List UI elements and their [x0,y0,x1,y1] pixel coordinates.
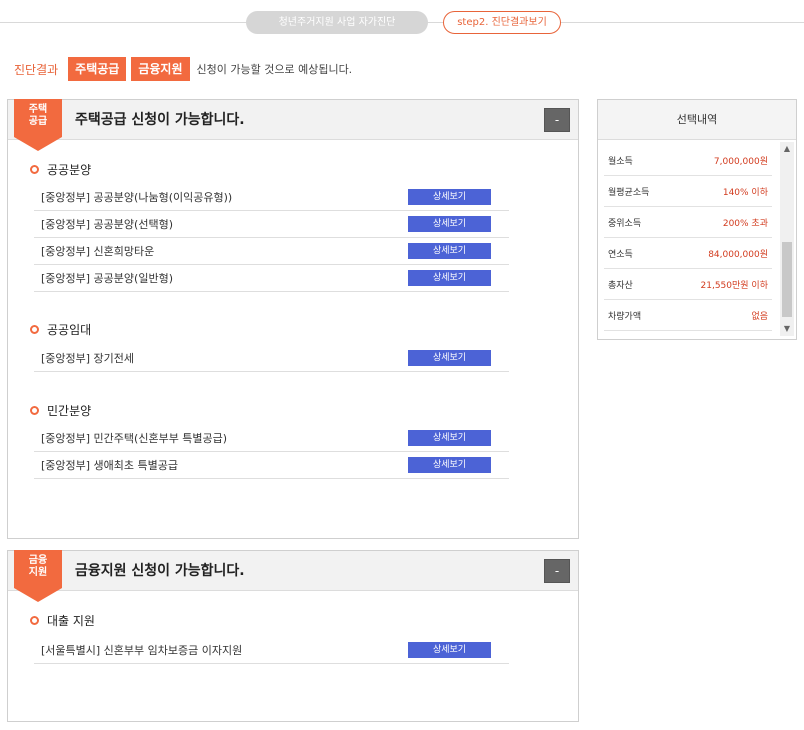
housing-panel-header: 주택 공급 주택공급 신청이 가능합니다. - [8,99,578,151]
summary-key: 월소득 [608,156,633,167]
item-name: [서울특별시] 신혼부부 임차보증금 이자지원 [41,644,243,657]
section-loan-support: 대출 지원 [30,612,95,629]
finance-panel-header: 금융 지원 금융지원 신청이 가능합니다. - [8,550,578,602]
summary-key: 총자산 [608,280,633,291]
summary-value: 21,550만원 이하 [700,280,768,291]
list-item: [중앙정부] 공공분양(선택형) 상세보기 [34,211,509,238]
section-public-sale: 공공분양 [30,161,91,178]
item-name: [중앙정부] 공공분양(선택형) [41,218,173,231]
detail-button[interactable]: 상세보기 [408,243,491,259]
summary-value: 없음 [751,311,768,322]
summary-scrollbar[interactable]: ▲ ▼ [780,142,794,336]
summary-row: 월소득 7,000,000원 [604,145,772,176]
step-1-pill[interactable]: 청년주거지원 사업 자가진단 [246,11,428,34]
list-item: [중앙정부] 장기전세 상세보기 [34,345,509,372]
summary-row: 차량가액 없음 [604,300,772,331]
finance-panel-title: 금융지원 신청이 가능합니다. [75,563,245,579]
step-bar: 청년주거지원 사업 자가진단 step2. 진단결과보기 [0,0,804,46]
summary-value: 7,000,000원 [713,156,768,167]
housing-collapse-button[interactable]: - [544,108,570,132]
diagnosis-result: 진단결과 주택공급 금융지원 신청이 가능할 것으로 예상됩니다. [14,56,352,82]
finance-panel: 금융 지원 금융지원 신청이 가능합니다. - 대출 지원 [서울특별시] 신혼… [7,550,579,722]
summary-key: 중위소득 [608,218,642,229]
section-title: 공공임대 [47,323,92,337]
list-item: [중앙정부] 공공분양(일반형) 상세보기 [34,265,509,292]
section-public-rental: 공공임대 [30,321,91,338]
detail-button[interactable]: 상세보기 [408,457,491,473]
housing-panel: 주택 공급 주택공급 신청이 가능합니다. - 공공분양 [중앙정부] 공공분양… [7,99,579,539]
summary-row: 총자산 21,550만원 이하 [604,269,772,300]
result-message: 신청이 가능할 것으로 예상됩니다. [196,63,353,76]
housing-ribbon-text: 주택 공급 [28,104,48,127]
selection-summary-panel: 선택내역 월소득 7,000,000원 월평균소득 140% 이하 중위소득 2… [597,99,797,340]
summary-key: 월평균소득 [608,187,650,198]
bullet-icon [30,165,39,174]
badge-finance: 금융지원 [131,57,190,81]
detail-button[interactable]: 상세보기 [408,216,491,232]
scroll-thumb[interactable] [782,242,792,317]
selection-summary-title: 선택내역 [598,100,796,140]
list-item: [중앙정부] 신혼희망타운 상세보기 [34,238,509,265]
detail-button[interactable]: 상세보기 [408,270,491,286]
housing-panel-title: 주택공급 신청이 가능합니다. [75,112,245,128]
section-title: 민간분양 [47,404,92,418]
item-name: [중앙정부] 신혼희망타운 [41,245,155,258]
detail-button[interactable]: 상세보기 [408,642,491,658]
detail-button[interactable]: 상세보기 [408,189,491,205]
item-name: [중앙정부] 공공분양(일반형) [41,272,173,285]
detail-button[interactable]: 상세보기 [408,350,491,366]
selection-list: 월소득 7,000,000원 월평균소득 140% 이하 중위소득 200% 초… [604,145,772,331]
summary-row: 월평균소득 140% 이하 [604,176,772,207]
summary-value: 84,000,000원 [708,249,768,260]
summary-key: 연소득 [608,249,633,260]
item-name: [중앙정부] 생애최초 특별공급 [41,459,179,472]
list-item: [중앙정부] 생애최초 특별공급 상세보기 [34,452,509,479]
bullet-icon [30,616,39,625]
item-name: [중앙정부] 민간주택(신혼부부 특별공급) [41,432,228,445]
housing-ribbon: 주택 공급 [14,99,62,151]
item-name: [중앙정부] 공공분양(나눔형(이익공유형)) [41,191,233,204]
scroll-down-icon[interactable]: ▼ [780,322,794,336]
scroll-up-icon[interactable]: ▲ [780,142,794,156]
list-item: [중앙정부] 공공분양(나눔형(이익공유형)) 상세보기 [34,184,509,211]
summary-value: 200% 초과 [722,218,768,229]
step-2-pill[interactable]: step2. 진단결과보기 [443,11,561,34]
bullet-icon [30,406,39,415]
summary-key: 차량가액 [608,311,642,322]
list-item: [서울특별시] 신혼부부 임차보증금 이자지원 상세보기 [34,637,509,664]
list-item: [중앙정부] 민간주택(신혼부부 특별공급) 상세보기 [34,425,509,452]
summary-row: 연소득 84,000,000원 [604,238,772,269]
section-private-sale: 민간분양 [30,402,91,419]
section-title: 공공분양 [47,163,92,177]
section-title: 대출 지원 [47,614,95,628]
bullet-icon [30,325,39,334]
detail-button[interactable]: 상세보기 [408,430,491,446]
finance-collapse-button[interactable]: - [544,559,570,583]
finance-ribbon-text: 금융 지원 [28,555,48,578]
finance-ribbon: 금융 지원 [14,550,62,602]
badge-housing: 주택공급 [68,57,127,81]
item-name: [중앙정부] 장기전세 [41,352,135,365]
summary-value: 140% 이하 [722,187,768,198]
result-label: 진단결과 [14,62,59,77]
summary-row: 중위소득 200% 초과 [604,207,772,238]
